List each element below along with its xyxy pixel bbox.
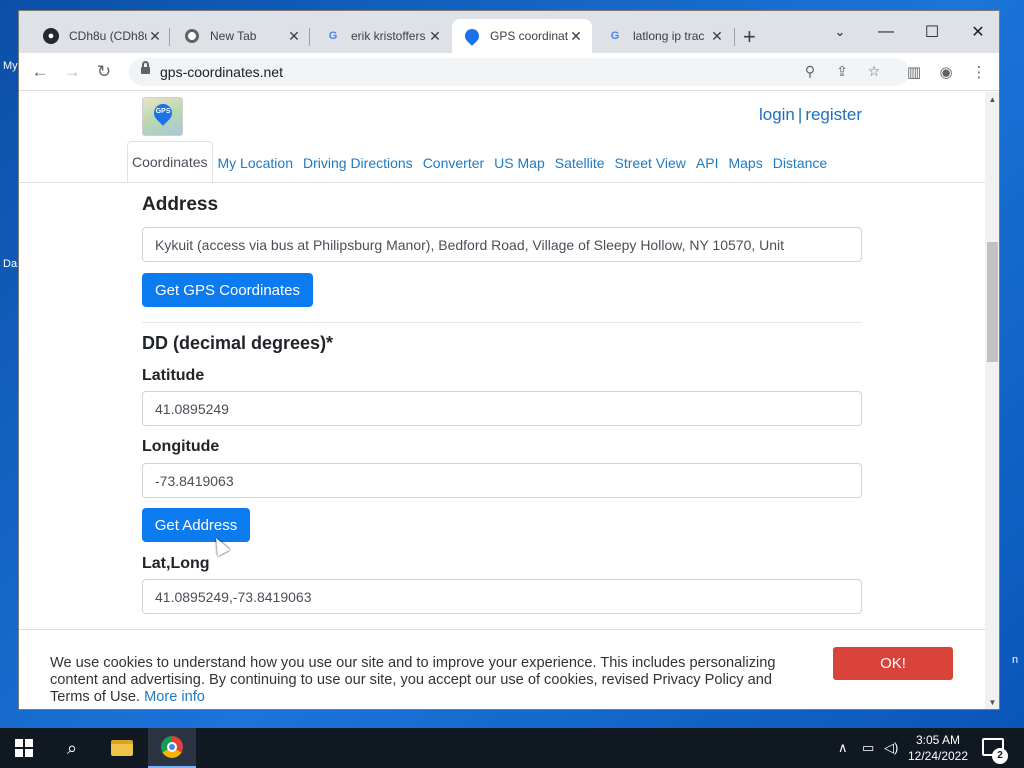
menu-kebab-icon[interactable]: ⋮ [969, 63, 989, 81]
chrome-taskbar-icon[interactable] [148, 728, 196, 768]
desktop-icon-label: My [3, 60, 18, 72]
tab-title: GPS coordinat [490, 29, 568, 43]
longitude-label: Longitude [142, 438, 220, 455]
github-icon: ● [43, 28, 59, 44]
auth-separator: | [797, 105, 803, 124]
tray-chevron-icon[interactable]: ∧ [838, 740, 848, 756]
nav-distance[interactable]: Distance [768, 155, 832, 183]
latlong-label: Lat,Long [142, 555, 210, 572]
close-icon[interactable]: ✕ [147, 28, 163, 45]
latitude-input[interactable]: 41.0895249 [142, 391, 862, 426]
system-clock[interactable]: 3:05 AM 12/24/2022 [898, 732, 978, 764]
tab-strip: ● CDh8u (CDh8u ✕ New Tab ✕ G erik kristo… [19, 11, 999, 53]
browser-window: ● CDh8u (CDh8u ✕ New Tab ✕ G erik kristo… [18, 10, 1000, 710]
register-link[interactable]: register [805, 105, 862, 124]
reload-icon[interactable]: ↻ [93, 61, 115, 83]
start-button[interactable] [0, 728, 48, 768]
profile-avatar-icon[interactable]: ◉ [936, 63, 956, 81]
google-icon: G [610, 30, 620, 42]
scroll-thumb[interactable] [987, 242, 998, 362]
scroll-down-arrow-icon[interactable]: ▼ [988, 698, 997, 707]
address-input[interactable]: Kykuit (access via bus at Philipsburg Ma… [142, 227, 862, 262]
close-icon[interactable]: ✕ [709, 28, 725, 45]
tab-search-icon[interactable]: ⌄ [817, 17, 863, 47]
close-window-button[interactable]: ✕ [955, 17, 999, 47]
dd-heading: DD (decimal degrees)* [142, 333, 334, 353]
tab-title: New Tab [210, 29, 257, 43]
lock-icon[interactable] [141, 61, 150, 76]
auth-links: login | register [759, 105, 862, 125]
tab-gps-coordinates[interactable]: GPS coordinat ✕ [452, 19, 592, 53]
browser-toolbar: ← → ↻ gps-coordinates.net ⚲ ⇪ ☆ ▥ ◉ ⋮ [19, 53, 999, 91]
site-logo[interactable]: GPS [142, 97, 183, 136]
tab-github[interactable]: ● CDh8u (CDh8u ✕ [31, 19, 171, 53]
tab-title: erik kristoffers [351, 29, 426, 43]
google-icon: G [328, 30, 338, 42]
file-explorer-icon[interactable] [98, 728, 146, 768]
tab-new-tab[interactable]: New Tab ✕ [172, 19, 310, 53]
minimize-button[interactable]: — [863, 17, 909, 47]
get-gps-coordinates-button[interactable]: Get GPS Coordinates [142, 273, 313, 307]
more-info-link[interactable]: More info [144, 689, 205, 705]
page-scrollbar[interactable]: ▲ ▼ [985, 92, 999, 709]
tab-title: latlong ip trac [633, 29, 705, 43]
nav-driving-directions[interactable]: Driving Directions [298, 155, 418, 183]
forward-arrow-icon[interactable]: → [61, 61, 83, 83]
tab-title: CDh8u (CDh8u [69, 29, 147, 43]
volume-icon[interactable]: ◁) [884, 740, 898, 756]
login-link[interactable]: login [759, 105, 795, 124]
search-icon[interactable]: ⌕ [48, 728, 96, 768]
desktop-icon-label: Da [3, 258, 18, 270]
address-bar[interactable]: gps-coordinates.net ⚲ ⇪ ☆ [129, 58, 909, 86]
desktop-icon-label: n [1012, 654, 1019, 666]
close-icon[interactable]: ✕ [568, 28, 584, 45]
share-icon[interactable]: ⇪ [833, 63, 851, 80]
site-nav: Coordinates My Location Driving Directio… [127, 141, 832, 183]
network-icon[interactable]: ▭ [862, 740, 874, 756]
bookmark-star-icon[interactable]: ☆ [865, 63, 883, 80]
notification-count-badge: 2 [992, 748, 1008, 764]
longitude-input[interactable]: -73.8419063 [142, 463, 862, 498]
web-page: GPS login | register Coordinates My Locati… [19, 92, 985, 709]
cookie-message: We use cookies to understand how you use… [50, 655, 815, 706]
cookie-banner: We use cookies to understand how you use… [19, 629, 985, 709]
cookie-ok-button[interactable]: OK! [833, 647, 953, 680]
windows-logo-icon [15, 739, 33, 757]
get-address-button[interactable]: Get Address [142, 508, 250, 542]
nav-divider [19, 182, 985, 183]
close-icon[interactable]: ✕ [286, 28, 302, 45]
latlong-input[interactable]: 41.0895249,-73.8419063 [142, 579, 862, 614]
section-divider [142, 322, 862, 323]
nav-converter[interactable]: Converter [418, 155, 489, 183]
address-heading: Address [142, 194, 219, 215]
nav-street-view[interactable]: Street View [610, 155, 691, 183]
clock-time: 3:05 AM [915, 733, 961, 747]
side-panel-icon[interactable]: ▥ [904, 63, 924, 81]
nav-coordinates[interactable]: Coordinates [127, 141, 213, 183]
close-icon[interactable]: ✕ [427, 28, 443, 45]
latitude-label: Latitude [142, 367, 205, 384]
nav-maps[interactable]: Maps [723, 155, 767, 183]
taskbar: ⌕ ∧ ▭ ◁) 3:05 AM 12/24/2022 2 [0, 728, 1024, 768]
tab-latlong[interactable]: G latlong ip trac ✕ [595, 19, 733, 53]
back-arrow-icon[interactable]: ← [29, 61, 51, 83]
nav-api[interactable]: API [691, 155, 724, 183]
maximize-button[interactable]: ☐ [909, 17, 955, 47]
new-tab-button[interactable]: + [743, 26, 756, 48]
gps-icon [462, 26, 482, 46]
chrome-icon [184, 28, 200, 44]
url-text[interactable]: gps-coordinates.net [160, 64, 283, 80]
nav-my-location[interactable]: My Location [213, 155, 298, 183]
clock-date: 12/24/2022 [907, 749, 969, 763]
tab-google-search[interactable]: G erik kristoffers ✕ [313, 19, 451, 53]
location-pin-icon[interactable]: ⚲ [801, 63, 819, 80]
nav-satellite[interactable]: Satellite [550, 155, 610, 183]
logo-text: GPS [155, 108, 171, 115]
scroll-up-arrow-icon[interactable]: ▲ [988, 95, 997, 104]
nav-us-map[interactable]: US Map [489, 155, 550, 183]
